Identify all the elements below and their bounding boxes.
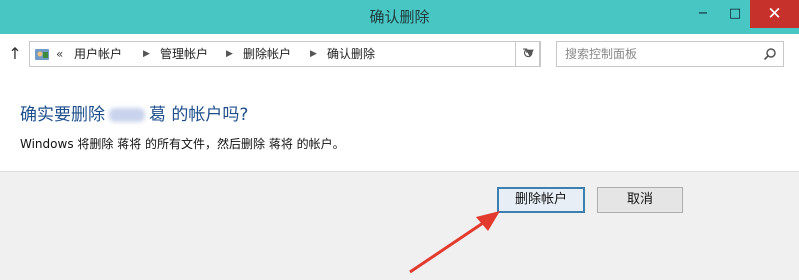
- navigation-bar: ↑ « 用户帐户 ▶ 管理帐户 ▶ 删除帐户 ▶ 确认删除 ▼ ↻ 搜索控制面板: [0, 34, 799, 76]
- refresh-button[interactable]: ↻: [515, 41, 541, 67]
- confirm-heading: 确实要删除 葛 的帐户吗?: [20, 100, 248, 125]
- breadcrumb-manage-accounts[interactable]: 管理帐户: [160, 42, 208, 66]
- redacted-name: [109, 108, 145, 122]
- window-title: 确认删除: [369, 8, 430, 26]
- button-footer: 删除帐户 取消: [0, 171, 799, 280]
- breadcrumb-separator-icon[interactable]: ▶: [226, 42, 233, 66]
- breadcrumb-user-accounts[interactable]: 用户帐户: [74, 42, 122, 66]
- search-box[interactable]: 搜索控制面板: [556, 41, 784, 67]
- minimize-button[interactable]: −: [688, 0, 718, 28]
- delete-description: Windows 将删除 蒋将 的所有文件，然后删除 蒋将 的帐户。: [20, 137, 345, 151]
- breadcrumb-separator-icon[interactable]: ▶: [310, 42, 317, 66]
- heading-prefix: 确实要删除: [20, 105, 105, 125]
- close-button[interactable]: ✕: [750, 0, 799, 28]
- search-icon[interactable]: [763, 47, 777, 61]
- breadcrumb-delete-account[interactable]: 删除帐户: [243, 42, 291, 66]
- breadcrumb-confirm-delete[interactable]: 确认删除: [327, 42, 375, 66]
- search-placeholder: 搜索控制面板: [565, 47, 638, 61]
- title-bar: 确认删除 − □ ✕: [0, 0, 799, 34]
- content-area: 确实要删除 葛 的帐户吗? Windows 将删除 蒋将 的所有文件，然后删除 蒋…: [0, 76, 799, 171]
- address-bar[interactable]: « 用户帐户 ▶ 管理帐户 ▶ 删除帐户 ▶ 确认删除 ▼: [29, 41, 540, 67]
- control-panel-icon: [35, 49, 49, 60]
- up-arrow-icon[interactable]: ↑: [6, 44, 24, 64]
- heading-name-fragment: 葛: [149, 105, 166, 125]
- delete-account-button[interactable]: 删除帐户: [497, 187, 585, 213]
- address-overflow[interactable]: «: [56, 42, 63, 66]
- heading-suffix: 的帐户吗?: [171, 105, 249, 125]
- breadcrumb-separator-icon[interactable]: ▶: [143, 42, 150, 66]
- maximize-button[interactable]: □: [720, 0, 750, 28]
- cancel-button[interactable]: 取消: [597, 187, 683, 213]
